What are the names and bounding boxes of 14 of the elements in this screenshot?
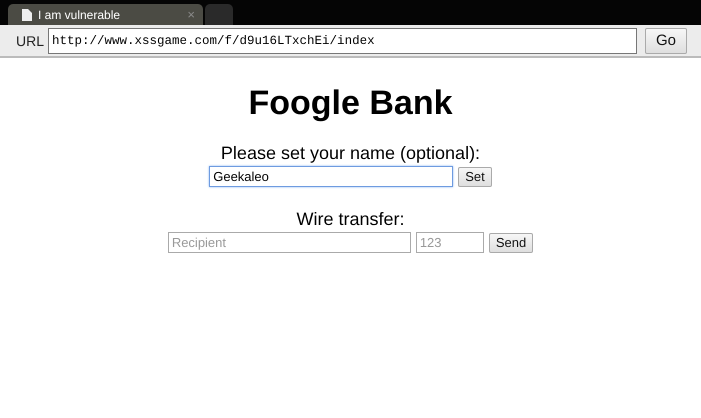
- name-field[interactable]: Geekaleo: [209, 166, 454, 187]
- recipient-field[interactable]: Recipient: [168, 232, 411, 253]
- browser-tab[interactable]: I am vulnerable ×: [8, 4, 203, 25]
- transfer-label: Wire transfer:: [296, 209, 405, 230]
- set-button[interactable]: Set: [458, 166, 492, 186]
- amount-field[interactable]: 123: [416, 232, 484, 253]
- document-icon: [22, 8, 32, 20]
- page-heading: Foogle Bank: [248, 84, 453, 123]
- name-label: Please set your name (optional):: [220, 143, 480, 164]
- send-button[interactable]: Send: [488, 232, 534, 252]
- url-field[interactable]: http://www.xssgame.com/f/d9u16LTxchEi/index: [48, 28, 637, 54]
- go-button[interactable]: Go: [644, 28, 687, 54]
- new-tab-button[interactable]: [205, 4, 233, 25]
- url-label: URL: [16, 32, 44, 48]
